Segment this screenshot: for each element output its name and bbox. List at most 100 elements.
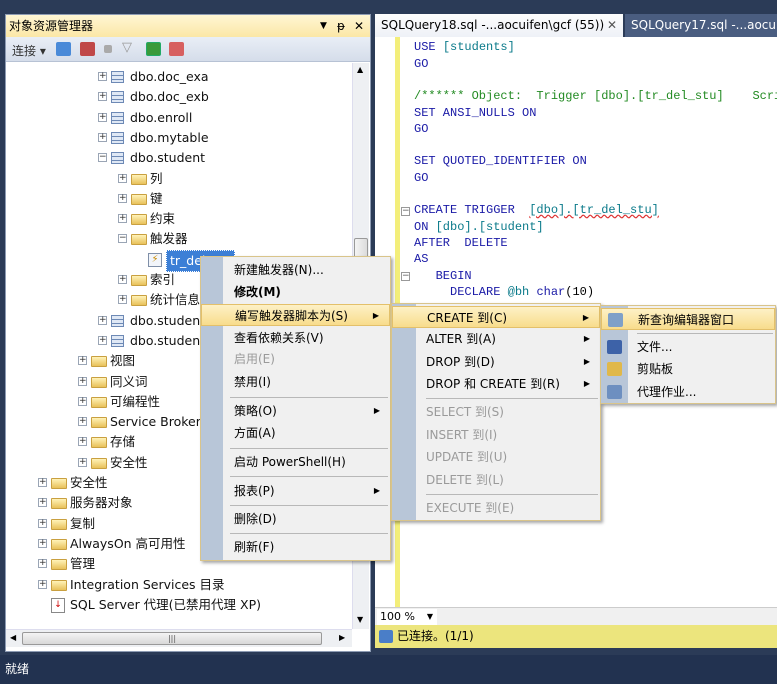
menu-item-启用-e[interactable]: 启用(E) [201, 348, 390, 370]
menu-item-剪贴板[interactable]: 剪贴板 [601, 358, 775, 380]
menu-item-insert-到-i[interactable]: INSERT 到(I) [392, 424, 600, 446]
menu-item-update-到-u[interactable]: UPDATE 到(U) [392, 446, 600, 468]
expand-icon[interactable]: + [38, 559, 47, 569]
tree-node[interactable]: + 键 [6, 189, 352, 209]
expand-icon[interactable]: + [98, 315, 107, 325]
object-explorer-title-bar: 对象资源管理器 ▼ ᵽ ✕ [6, 15, 370, 37]
horizontal-scrollbar[interactable]: ◀ ||| ▶ [6, 629, 352, 647]
dropdown-icon[interactable]: ▼ [320, 15, 327, 37]
expand-icon[interactable]: + [78, 437, 87, 447]
tab-sqlquery18[interactable]: SQLQuery18.sql -...aocuifen\gcf (55)) ✕ [375, 14, 623, 37]
menu-item-drop-到-d[interactable]: DROP 到(D) ▶ [392, 351, 600, 373]
collapse-icon[interactable]: − [118, 234, 127, 244]
collapse-icon[interactable]: − [98, 153, 107, 163]
expand-icon[interactable]: + [78, 396, 87, 406]
menu-item-启动-powershell-h[interactable]: 启动 PowerShell(H) [201, 451, 390, 473]
menu-item-label: INSERT 到(I) [426, 428, 498, 442]
expand-icon[interactable]: + [38, 478, 47, 487]
menu-item-修改-m[interactable]: 修改(M) [201, 281, 390, 303]
menu-item-方面-a[interactable]: 方面(A) [201, 422, 390, 444]
expand-icon[interactable]: + [38, 498, 47, 508]
expand-icon[interactable]: + [78, 417, 87, 427]
menu-item-alter-到-a[interactable]: ALTER 到(A) ▶ [392, 328, 600, 350]
folder-icon [91, 437, 107, 449]
scroll-up-icon[interactable]: ▲ [357, 65, 363, 74]
code-token: GO [414, 57, 429, 71]
status-bar: 就绪 [0, 655, 777, 684]
disconnect-icon[interactable] [80, 42, 95, 56]
menu-item-策略-o[interactable]: 策略(O) ▶ [201, 400, 390, 422]
menu-item-create-到-c[interactable]: CREATE 到(C) ▶ [392, 306, 600, 328]
expand-icon[interactable]: + [78, 356, 87, 366]
tree-node[interactable]: − dbo.student [6, 148, 352, 168]
menu-item-delete-到-l[interactable]: DELETE 到(L) [392, 469, 600, 491]
menu-item-drop-和-create-到-r[interactable]: DROP 和 CREATE 到(R) ▶ [392, 373, 600, 395]
expand-icon[interactable]: + [98, 335, 107, 345]
tree-node[interactable]: − 触发器 [6, 229, 352, 249]
menu-item-删除-d[interactable]: 删除(D) [201, 508, 390, 530]
menu-separator [230, 505, 388, 506]
folder-icon [131, 275, 147, 286]
code-token: (10) [565, 285, 595, 299]
menu-item-禁用-i[interactable]: 禁用(I) [201, 371, 390, 393]
expand-icon[interactable]: + [78, 376, 87, 386]
expand-icon[interactable]: + [118, 295, 127, 305]
expand-icon[interactable]: + [98, 112, 107, 122]
expand-icon[interactable]: + [38, 518, 47, 528]
expand-icon[interactable]: + [98, 92, 107, 102]
close-icon[interactable]: ✕ [354, 15, 364, 37]
menu-item-刷新-f[interactable]: 刷新(F) [201, 536, 390, 558]
menu-item-新查询编辑器窗口[interactable]: 新查询编辑器窗口 [601, 308, 775, 330]
stop-icon[interactable] [104, 45, 112, 53]
tab-label: SQLQuery17.sql -...aocuifen [631, 18, 777, 32]
tree-node[interactable]: + dbo.doc_exb [6, 87, 352, 107]
menu-item-select-到-s[interactable]: SELECT 到(S) [392, 401, 600, 423]
menu-item-label: 启动 PowerShell(H) [234, 455, 346, 469]
menu-item-label: UPDATE 到(U) [426, 450, 508, 464]
pin-icon[interactable]: ᵽ [337, 15, 345, 37]
menu-item-execute-到-e[interactable]: EXECUTE 到(E) [392, 497, 600, 519]
scroll-down-icon[interactable]: ▼ [357, 615, 363, 624]
expand-icon[interactable]: + [118, 173, 127, 183]
expand-icon[interactable]: + [118, 214, 127, 224]
status-text: 就绪 [5, 662, 30, 676]
connect-button[interactable]: 连接 ▾ [12, 42, 46, 59]
tree-node[interactable]: + dbo.doc_exa [6, 67, 352, 87]
code-token: GO [414, 171, 429, 185]
menu-item-编写触发器脚本为-s[interactable]: 编写触发器脚本为(S) ▶ [201, 304, 390, 326]
menu-item-代理作业[interactable]: 代理作业... [601, 381, 775, 403]
expand-icon[interactable]: + [98, 72, 107, 81]
menu-item-查看依赖关系-v[interactable]: 查看依赖关系(V) [201, 327, 390, 349]
expand-icon[interactable]: + [118, 193, 127, 203]
tree-node[interactable]: + Integration Services 目录 [6, 575, 352, 595]
tree-node[interactable]: + 列 [6, 169, 352, 189]
menu-item-报表-p[interactable]: 报表(P) ▶ [201, 480, 390, 502]
scrollbar-thumb[interactable]: ||| [22, 632, 322, 645]
connect-server-icon[interactable] [56, 42, 71, 56]
activity-monitor-icon[interactable] [169, 42, 184, 56]
expand-icon[interactable]: + [98, 132, 107, 142]
code-line: AS [414, 251, 428, 267]
scroll-left-icon[interactable]: ◀ [10, 633, 16, 642]
tree-node-label: 视图 [110, 353, 136, 369]
expand-icon[interactable]: + [38, 579, 47, 589]
tab-sqlquery17[interactable]: SQLQuery17.sql -...aocuifen [625, 14, 777, 37]
folder-icon [131, 214, 147, 226]
menu-item-新建触发器-n[interactable]: 新建触发器(N)... [201, 259, 390, 281]
collapse-icon[interactable]: − [401, 272, 410, 281]
scroll-right-icon[interactable]: ▶ [339, 633, 345, 642]
expand-icon[interactable]: + [118, 275, 127, 284]
tab-label: SQLQuery18.sql -...aocuifen\gcf (55)) [381, 18, 605, 32]
filter-icon[interactable]: ▽ [122, 40, 137, 55]
expand-icon[interactable]: + [38, 538, 47, 548]
collapse-icon[interactable]: − [401, 207, 410, 216]
tree-node[interactable]: + 约束 [6, 209, 352, 229]
zoom-select[interactable]: 100 % ▼ [377, 609, 437, 625]
close-tab-icon[interactable]: ✕ [607, 14, 617, 37]
tree-node[interactable]: ↓ SQL Server 代理(已禁用代理 XP) [6, 595, 352, 615]
tree-node[interactable]: + dbo.enroll [6, 108, 352, 128]
expand-icon[interactable]: + [78, 457, 87, 467]
menu-item-文件[interactable]: 文件... [601, 336, 775, 358]
tree-node[interactable]: + dbo.mytable [6, 128, 352, 148]
refresh-icon[interactable] [146, 42, 161, 56]
